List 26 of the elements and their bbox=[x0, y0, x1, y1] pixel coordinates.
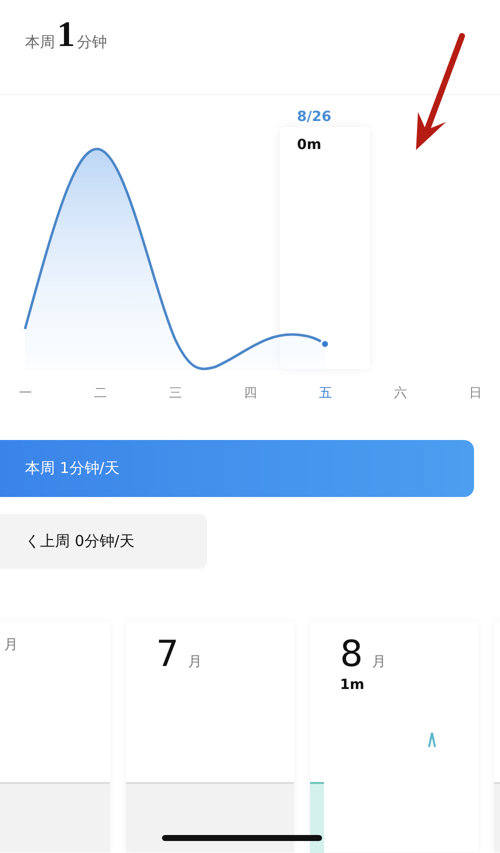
last-week-button[interactable]: く上周 0分钟/天 bbox=[0, 514, 207, 569]
day-label[interactable]: 五 bbox=[319, 384, 332, 402]
day-label[interactable]: 二 bbox=[94, 384, 107, 402]
bar bbox=[310, 782, 324, 853]
month-number: 8 bbox=[340, 634, 363, 675]
day-label[interactable]: 一 bbox=[19, 384, 32, 402]
month-card[interactable]: 月 bbox=[0, 622, 110, 852]
month-number: 7 bbox=[156, 634, 179, 675]
summary-label: 本周 bbox=[25, 33, 55, 52]
tooltip-date: 8/26 bbox=[297, 109, 332, 125]
day-label[interactable]: 三 bbox=[169, 384, 182, 402]
peak-icon bbox=[428, 732, 436, 748]
month-unit: 月 bbox=[188, 654, 202, 670]
month-unit: 月 bbox=[4, 637, 18, 653]
this-week-button[interactable]: 本周 1分钟/天 bbox=[0, 440, 474, 497]
data-point bbox=[320, 339, 330, 349]
summary-value: 1 bbox=[57, 16, 75, 52]
day-label[interactable]: 六 bbox=[394, 384, 407, 402]
month-card[interactable]: 8 月 1m bbox=[310, 622, 478, 852]
month-card[interactable]: 7 月 bbox=[126, 622, 294, 852]
summary-unit: 分钟 bbox=[77, 33, 107, 52]
tooltip-value: 0m bbox=[297, 137, 322, 153]
month-unit: 月 bbox=[372, 654, 386, 670]
month-value: 1m bbox=[340, 677, 366, 693]
day-label[interactable]: 四 bbox=[244, 384, 257, 402]
day-label[interactable]: 日 bbox=[469, 384, 482, 402]
